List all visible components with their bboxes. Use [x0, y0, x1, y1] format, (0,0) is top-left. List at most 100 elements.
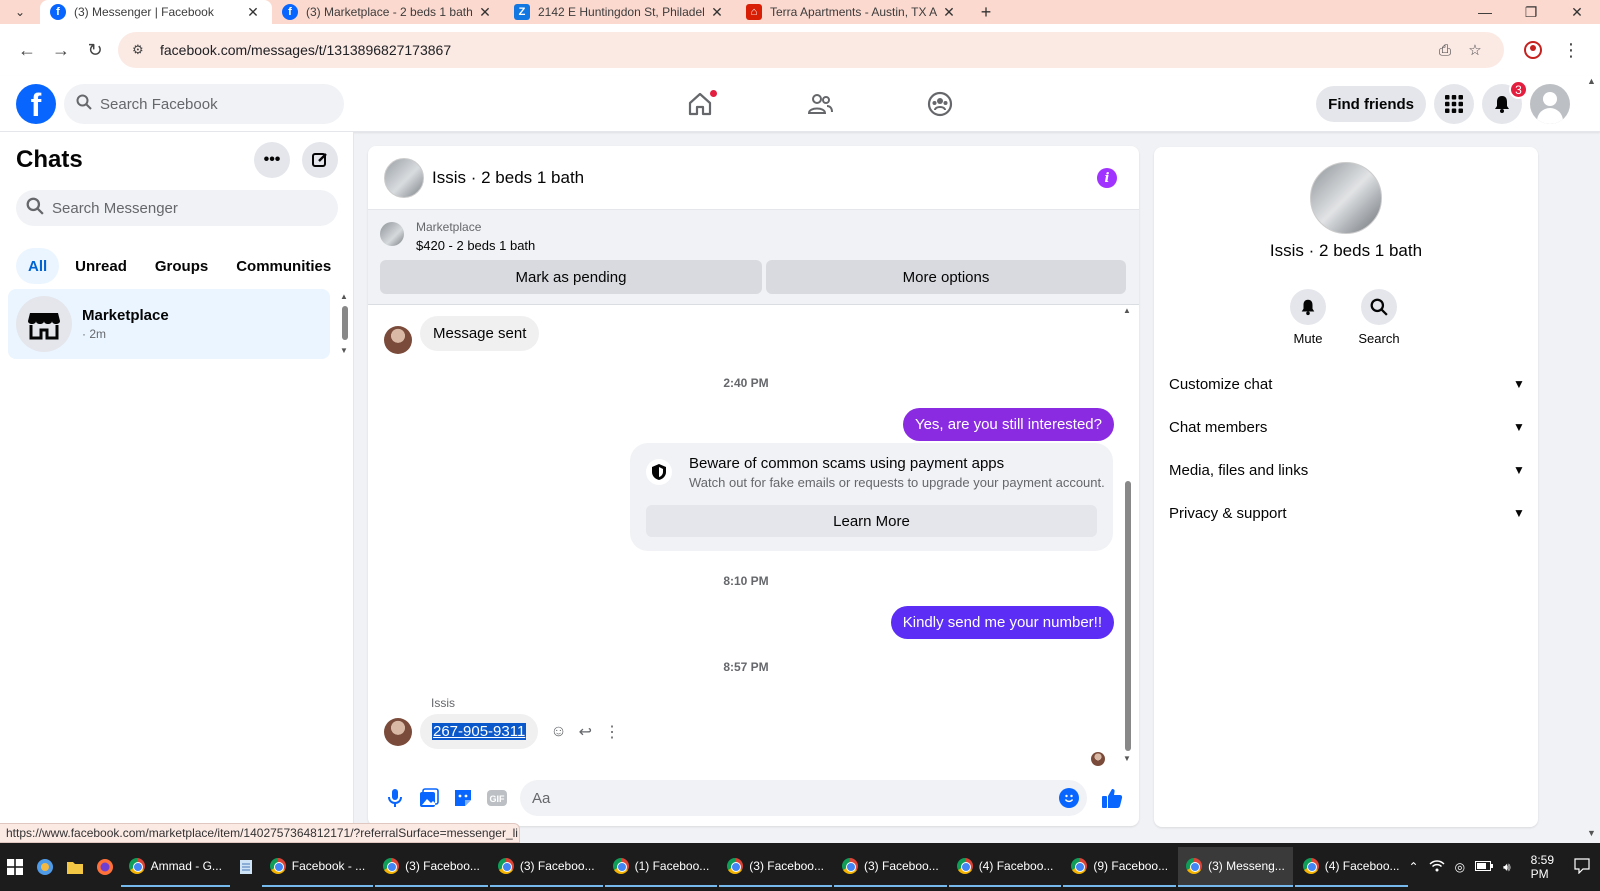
- site-info-icon[interactable]: ⚙: [132, 42, 148, 58]
- browser-menu-icon[interactable]: ⋮: [1552, 33, 1590, 67]
- taskbar-app[interactable]: Facebook - ...: [261, 847, 374, 887]
- browser-tab-zillow[interactable]: Z 2142 E Huntingdon St, Philadel ✕: [504, 0, 736, 24]
- close-window-icon[interactable]: ✕: [1554, 0, 1600, 24]
- privacy-support-section[interactable]: Privacy & support ▼: [1169, 493, 1529, 533]
- facebook-logo-icon[interactable]: f: [16, 84, 56, 124]
- scroll-down-icon[interactable]: ▼: [1587, 828, 1596, 838]
- scroll-down-icon[interactable]: ▼: [340, 346, 348, 355]
- conversation-title[interactable]: Issis · 2 beds 1 bath: [432, 168, 584, 188]
- notepad-icon[interactable]: [231, 850, 261, 884]
- chat-info-avatar[interactable]: [1310, 162, 1382, 234]
- message-bubble[interactable]: Message sent: [420, 315, 540, 351]
- filter-tab-communities[interactable]: Communities: [224, 248, 343, 284]
- facebook-search-input[interactable]: Search Facebook: [64, 84, 344, 124]
- scroll-down-icon[interactable]: ▼: [1123, 754, 1131, 763]
- volume-icon[interactable]: 🔊︎: [1503, 860, 1511, 875]
- nav-home[interactable]: [640, 76, 760, 132]
- sidebar-scrollbar[interactable]: ▲ ▼: [340, 292, 350, 356]
- wifi-icon[interactable]: [1429, 859, 1445, 875]
- gif-icon[interactable]: GIF: [480, 781, 514, 815]
- scroll-up-icon[interactable]: ▲: [340, 292, 348, 301]
- new-message-button[interactable]: [302, 142, 338, 178]
- mute-button[interactable]: Mute: [1273, 289, 1343, 346]
- outgoing-message-bubble[interactable]: Kindly send me your number!!: [890, 606, 1114, 639]
- bookmark-star-icon[interactable]: ☆: [1460, 41, 1490, 59]
- scroll-up-icon[interactable]: ▲: [1123, 306, 1131, 315]
- taskbar-app[interactable]: (4) Faceboo...: [1294, 847, 1408, 887]
- sticker-icon[interactable]: [446, 781, 480, 815]
- taskbar-app[interactable]: Ammad - G...: [120, 847, 230, 887]
- filter-tab-groups[interactable]: Groups: [143, 248, 220, 284]
- filter-tab-unread[interactable]: Unread: [63, 248, 139, 284]
- outgoing-message-bubble[interactable]: Yes, are you still interested?: [902, 408, 1114, 441]
- conversation-scrollbar[interactable]: ▲ ▼: [1123, 306, 1133, 766]
- react-emoji-icon[interactable]: ☺: [550, 723, 566, 741]
- chevron-up-icon[interactable]: ⌃: [1409, 860, 1419, 874]
- taskbar-app[interactable]: (1) Faceboo...: [604, 847, 718, 887]
- chat-members-section[interactable]: Chat members ▼: [1169, 407, 1529, 447]
- media-files-links-section[interactable]: Media, files and links ▼: [1169, 450, 1529, 490]
- chat-options-button[interactable]: •••: [254, 142, 290, 178]
- chat-list-item[interactable]: Marketplace · 2m: [8, 289, 330, 359]
- phone-number-link[interactable]: 267-905-9311: [432, 723, 527, 740]
- page-scrollbar[interactable]: ▲ ▼: [1584, 76, 1600, 843]
- taskbar-app[interactable]: (3) Faceboo...: [375, 847, 488, 887]
- url-text[interactable]: facebook.com/messages/t/1313896827173867: [160, 42, 1430, 58]
- mark-as-pending-button[interactable]: Mark as pending: [380, 260, 762, 294]
- windows-start-icon[interactable]: [0, 859, 30, 875]
- listing-thumbnail[interactable]: [380, 222, 404, 246]
- nav-groups[interactable]: [880, 76, 1000, 132]
- messenger-search-input[interactable]: Search Messenger: [16, 190, 338, 226]
- back-icon[interactable]: ←: [10, 33, 44, 67]
- message-input[interactable]: Aa: [520, 780, 1087, 816]
- taskbar-clock[interactable]: 8:59 PM: [1531, 853, 1554, 881]
- minimize-icon[interactable]: —: [1462, 0, 1508, 24]
- taskbar-app[interactable]: (3) Faceboo...: [719, 847, 832, 887]
- menu-grid-button[interactable]: [1434, 84, 1474, 124]
- close-tab-icon[interactable]: ✕: [940, 4, 958, 21]
- taskbar-app[interactable]: (3) Faceboo...: [489, 847, 603, 887]
- sender-avatar[interactable]: [384, 326, 412, 354]
- thumbs-up-icon[interactable]: [1095, 781, 1129, 815]
- reload-icon[interactable]: ↻: [78, 33, 112, 67]
- firefox-icon[interactable]: [90, 850, 120, 884]
- taskbar-app[interactable]: (9) Faceboo...: [1063, 847, 1177, 887]
- more-vertical-icon[interactable]: ⋮: [604, 722, 620, 742]
- taskbar-app[interactable]: (3) Faceboo...: [833, 847, 947, 887]
- camera-icon[interactable]: ◎: [1455, 860, 1465, 874]
- taskbar-app[interactable]: (4) Faceboo...: [948, 847, 1062, 887]
- microphone-icon[interactable]: [378, 781, 412, 815]
- scroll-up-icon[interactable]: ▲: [1587, 76, 1596, 86]
- learn-more-button[interactable]: Learn More: [646, 505, 1097, 537]
- forward-icon[interactable]: →: [44, 33, 78, 67]
- profile-icon[interactable]: [1514, 33, 1552, 67]
- browser-tab-apartments[interactable]: ⌂ Terra Apartments - Austin, TX A ✕: [736, 0, 968, 24]
- battery-icon[interactable]: [1475, 860, 1494, 874]
- customize-chat-section[interactable]: Customize chat ▼: [1169, 364, 1529, 404]
- close-tab-icon[interactable]: ✕: [476, 4, 494, 21]
- filter-tab-all[interactable]: All: [16, 248, 60, 284]
- browser-tab-marketplace[interactable]: f (3) Marketplace - 2 beds 1 bath ✕: [272, 0, 504, 24]
- search-in-conversation-button[interactable]: Search: [1344, 289, 1414, 346]
- tab-search-chevron-icon[interactable]: ⌄: [0, 0, 40, 24]
- copilot-icon[interactable]: [30, 850, 60, 884]
- conversation-avatar[interactable]: [384, 157, 424, 198]
- photo-icon[interactable]: [412, 781, 446, 815]
- reply-icon[interactable]: ↩: [579, 722, 592, 742]
- emoji-icon[interactable]: [1059, 788, 1079, 808]
- install-app-icon[interactable]: ⎙: [1430, 42, 1460, 59]
- restore-icon[interactable]: ❐: [1508, 0, 1554, 24]
- close-tab-icon[interactable]: ✕: [708, 4, 726, 21]
- address-bar[interactable]: ⚙ facebook.com/messages/t/13138968271738…: [118, 32, 1504, 68]
- message-bubble[interactable]: 267-905-9311: [420, 714, 539, 749]
- new-tab-icon[interactable]: +: [968, 0, 1004, 24]
- more-options-button[interactable]: More options: [766, 260, 1126, 294]
- notification-center-icon[interactable]: [1574, 857, 1590, 877]
- close-tab-icon[interactable]: ✕: [244, 4, 262, 21]
- info-icon[interactable]: i: [1097, 168, 1117, 188]
- listing-price-title[interactable]: $420 - 2 beds 1 bath: [416, 238, 535, 253]
- account-avatar[interactable]: [1530, 84, 1570, 124]
- browser-tab-messenger[interactable]: f (3) Messenger | Facebook ✕: [40, 0, 272, 24]
- taskbar-app-active[interactable]: (3) Messeng...: [1178, 847, 1293, 887]
- notifications-button[interactable]: 3: [1482, 80, 1528, 124]
